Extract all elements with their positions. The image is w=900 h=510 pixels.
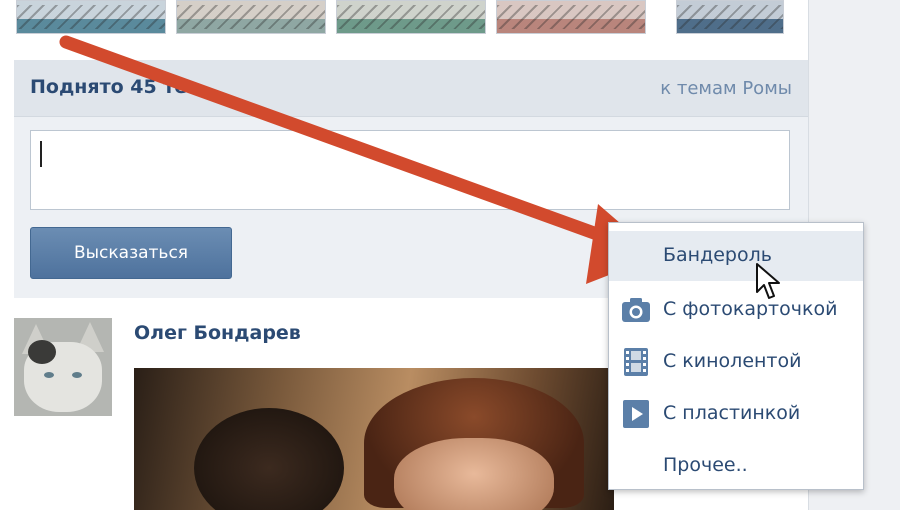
comment-input[interactable] <box>30 130 790 210</box>
menu-item-label: С фотокарточкой <box>663 298 838 320</box>
text-caret <box>40 141 42 167</box>
camera-icon <box>622 298 650 322</box>
mouse-cursor-icon <box>756 263 780 299</box>
menu-item-other[interactable]: Прочее.. <box>609 441 863 491</box>
photo-thumbnail[interactable] <box>676 0 784 34</box>
photo-thumbnail[interactable] <box>176 0 326 34</box>
menu-item-parcel[interactable]: Бандероль <box>609 231 863 281</box>
post-photo[interactable] <box>134 368 614 510</box>
menu-item-label: С пластинкой <box>663 402 801 424</box>
menu-item-audio[interactable]: С пластинкой <box>609 389 863 439</box>
discussion-header: Поднято 45 те к темам Ромы <box>14 60 808 117</box>
submit-comment-button[interactable]: Высказаться <box>30 227 232 279</box>
photo-thumbnail[interactable] <box>336 0 486 34</box>
photo-thumbnail[interactable] <box>496 0 646 34</box>
post-author-name[interactable]: Олег Бондарев <box>134 322 301 344</box>
back-to-topics-link[interactable]: к темам Ромы <box>660 78 792 99</box>
play-icon <box>623 400 649 428</box>
menu-item-photo[interactable]: С фотокарточкой <box>609 285 863 335</box>
author-avatar[interactable] <box>14 318 112 416</box>
menu-item-label: С кинолентой <box>663 350 802 372</box>
film-icon <box>624 348 648 376</box>
attach-menu: Бандероль С фотокарточкой С кинолентой С… <box>608 222 864 490</box>
menu-item-label: Прочее.. <box>663 454 748 476</box>
photo-thumbnail[interactable] <box>16 0 166 34</box>
discussion-title: Поднято 45 те <box>30 76 188 98</box>
menu-item-video[interactable]: С кинолентой <box>609 337 863 387</box>
